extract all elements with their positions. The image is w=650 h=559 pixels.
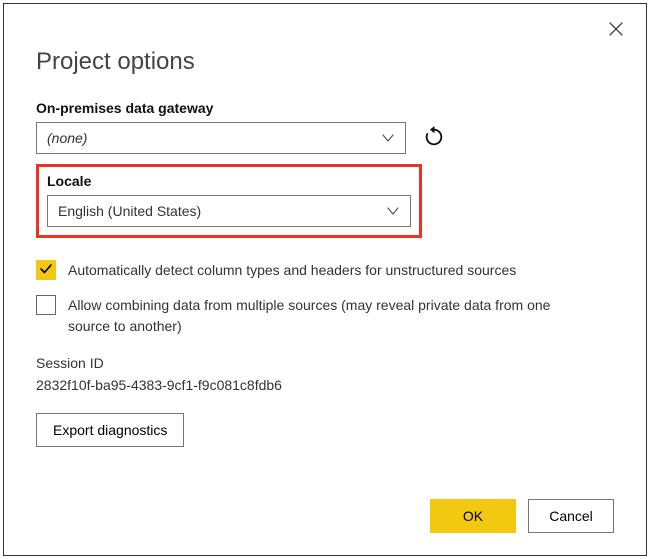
chevron-down-icon: [381, 131, 395, 145]
close-icon: [608, 21, 624, 40]
locale-select[interactable]: English (United States): [47, 195, 411, 227]
auto-detect-checkbox[interactable]: [36, 260, 56, 280]
session-id: 2832f10f-ba95-4383-9cf1-f9c081c8fdb6: [36, 377, 614, 393]
close-button[interactable]: [606, 20, 626, 40]
allow-combine-label: Allow combining data from multiple sourc…: [68, 295, 588, 337]
session-label: Session ID: [36, 355, 614, 371]
check-icon: [39, 262, 53, 279]
allow-combine-checkbox[interactable]: [36, 295, 56, 315]
cancel-button[interactable]: Cancel: [528, 499, 614, 533]
project-options-dialog: Project options On-premises data gateway…: [0, 0, 650, 559]
auto-detect-row: Automatically detect column types and he…: [36, 260, 614, 281]
refresh-icon: [423, 126, 445, 151]
gateway-label: On-premises data gateway: [36, 100, 614, 116]
ok-button[interactable]: OK: [430, 499, 516, 533]
allow-combine-row: Allow combining data from multiple sourc…: [36, 295, 614, 337]
dialog-footer: OK Cancel: [430, 499, 614, 533]
gateway-select[interactable]: (none): [36, 122, 406, 154]
refresh-button[interactable]: [420, 124, 448, 152]
chevron-down-icon: [386, 204, 400, 218]
gateway-field: On-premises data gateway (none): [36, 100, 614, 154]
auto-detect-label: Automatically detect column types and he…: [68, 260, 516, 281]
dialog-title: Project options: [36, 48, 614, 76]
locale-highlight: Locale English (United States): [36, 164, 422, 238]
locale-label: Locale: [47, 173, 411, 189]
session-block: Session ID 2832f10f-ba95-4383-9cf1-f9c08…: [36, 355, 614, 393]
export-diagnostics-button[interactable]: Export diagnostics: [36, 413, 184, 447]
options-group: Automatically detect column types and he…: [36, 260, 614, 337]
gateway-value: (none): [47, 130, 87, 146]
locale-value: English (United States): [58, 203, 201, 219]
